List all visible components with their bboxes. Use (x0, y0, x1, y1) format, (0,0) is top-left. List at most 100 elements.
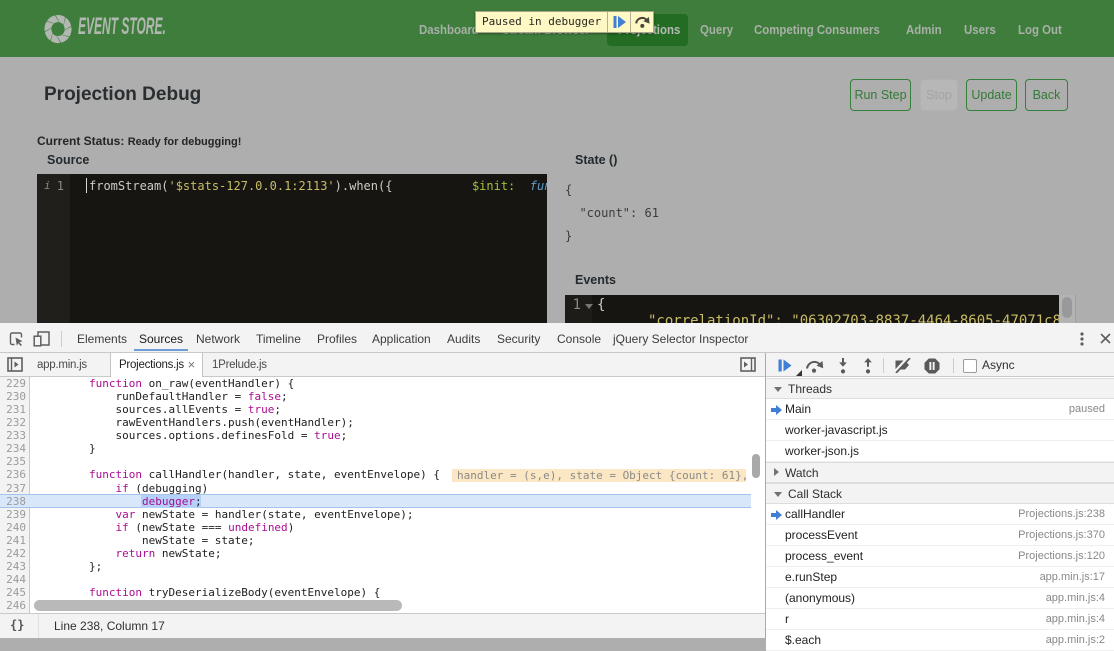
line-number[interactable]: 242 (0, 547, 26, 560)
line-number[interactable]: 229 (0, 377, 26, 390)
step-out-icon[interactable] (863, 358, 873, 374)
devtools-tab-audits[interactable]: Audits (447, 332, 480, 346)
devtools-tab-timeline[interactable]: Timeline (256, 332, 301, 346)
show-debugger-sidebar-icon[interactable] (740, 357, 756, 372)
file-tab-strip: app.min.js Projections.js × 1Prelude.js (0, 353, 765, 377)
line-number[interactable]: 238 (0, 495, 26, 508)
inspect-element-icon[interactable] (9, 332, 23, 346)
code-text: function tryDeserializeBody(eventEnvelop… (36, 586, 380, 599)
nav-item-log-out[interactable]: Log Out (1018, 22, 1062, 37)
line-number[interactable]: 236 (0, 468, 26, 481)
line-number[interactable]: 231 (0, 403, 26, 416)
call-stack-row-5[interactable]: rapp.min.js:4 (766, 609, 1114, 630)
file-tab-app-min-js[interactable]: app.min.js (37, 353, 87, 377)
stop-button[interactable]: Stop (920, 79, 958, 111)
watch-section-header[interactable]: Watch (766, 462, 1114, 483)
active-tab-underline (134, 349, 188, 352)
nav-item-admin[interactable]: Admin (906, 22, 942, 37)
back-button[interactable]: Back (1025, 79, 1068, 111)
fold-arrow-icon[interactable] (585, 304, 593, 309)
events-editor[interactable]: 1 { "correlationId": "06302703-8837-4464… (565, 295, 1059, 325)
code-line-233: 233 sources.options.definesFold = true; (0, 429, 765, 442)
step-into-icon[interactable] (838, 358, 848, 374)
close-tab-icon[interactable]: × (188, 353, 195, 377)
code-text: function callHandler(handler, state, eve… (36, 468, 440, 481)
line-number[interactable]: 246 (0, 599, 26, 612)
thread-row-worker-javascript.js[interactable]: worker-javascript.js (766, 420, 1114, 441)
file-tab-1prelude-js[interactable]: 1Prelude.js (212, 353, 267, 377)
code-token-init: $init: (472, 179, 515, 193)
run-step-button[interactable]: Run Step (850, 79, 911, 111)
line-number[interactable]: 243 (0, 560, 26, 573)
line-number[interactable]: 240 (0, 521, 26, 534)
line-number[interactable]: 244 (0, 573, 26, 586)
code-token-plain: ).when({ (335, 179, 472, 193)
pretty-print-icon[interactable]: {} (10, 618, 24, 632)
call-stack-row-6[interactable]: $.eachapp.min.js:2 (766, 630, 1114, 651)
devtools-tab-network[interactable]: Network (196, 332, 240, 346)
line-number[interactable]: 230 (0, 390, 26, 403)
overlay-step-over-button[interactable] (630, 12, 653, 32)
events-line-number: 1 (573, 297, 581, 313)
call-stack-row-3[interactable]: e.runStepapp.min.js:17 (766, 567, 1114, 588)
threads-section-header[interactable]: Threads (766, 378, 1114, 399)
line-number[interactable]: 233 (0, 429, 26, 442)
overlay-resume-button[interactable] (607, 12, 630, 32)
step-over-icon[interactable] (805, 360, 824, 373)
source-code-editor[interactable]: i 1 fromStream('$stats-127.0.0.1:2113').… (37, 174, 547, 325)
async-checkbox[interactable] (963, 359, 977, 373)
text-caret (86, 178, 87, 193)
line-number[interactable]: 235 (0, 455, 26, 468)
devtools-tab-security[interactable]: Security (497, 332, 540, 346)
code-vertical-scrollbar[interactable] (752, 454, 760, 478)
code-text: }; (36, 560, 102, 573)
item-location: app.min.js:2 (1046, 630, 1105, 651)
events-scrollbar-thumb[interactable] (1062, 297, 1072, 318)
state-json-line: "count": 61 (565, 206, 659, 220)
call-stack-row-2[interactable]: process_eventProjections.js:120 (766, 546, 1114, 567)
source-code-line: fromStream('$stats-127.0.0.1:2113').when… (89, 177, 547, 195)
line-number[interactable]: 239 (0, 508, 26, 521)
devtools-menu-icon[interactable] (1080, 332, 1084, 346)
file-tab-label: Projections.js (119, 359, 184, 371)
nav-item-query[interactable]: Query (700, 22, 733, 37)
line-number[interactable]: 237 (0, 482, 26, 495)
resume-icon (613, 16, 626, 28)
show-navigator-icon[interactable] (7, 357, 23, 372)
pause-on-exceptions-icon[interactable] (924, 358, 940, 374)
update-button[interactable]: Update (966, 79, 1017, 111)
devtools-tab-sources[interactable]: Sources (139, 332, 183, 346)
devtools-tab-jquery-selector-inspector[interactable]: jQuery Selector Inspector (613, 332, 748, 346)
call-stack-row-4[interactable]: (anonymous)app.min.js:4 (766, 588, 1114, 609)
call-stack-section-header[interactable]: Call Stack (766, 483, 1114, 504)
line-number[interactable]: 234 (0, 442, 26, 455)
nav-item-dashboard[interactable]: Dashboard (419, 22, 479, 37)
nav-item-competing-consumers[interactable]: Competing Consumers (754, 22, 880, 37)
code-text: if (debugging) (36, 482, 208, 495)
devtools-tab-application[interactable]: Application (372, 332, 431, 346)
thread-row-Main[interactable]: Mainpaused (766, 399, 1114, 420)
line-number[interactable]: 241 (0, 534, 26, 547)
code-line-231: 231 sources.allEvents = true; (0, 403, 765, 416)
code-line-230: 230 runDefaultHandler = false; (0, 390, 765, 403)
line-number[interactable]: 232 (0, 416, 26, 429)
nav-item-users[interactable]: Users (964, 22, 996, 37)
state-json-line: { (565, 183, 572, 197)
file-tab-projections-js[interactable]: Projections.js × (110, 353, 203, 378)
code-horizontal-scrollbar[interactable] (34, 600, 402, 611)
call-stack-row-1[interactable]: processEventProjections.js:370 (766, 525, 1114, 546)
call-stack-row-0[interactable]: callHandlerProjections.js:238 (766, 504, 1114, 525)
eventstore-logo-icon (44, 13, 72, 44)
devtools-close-icon[interactable] (1100, 333, 1111, 344)
deactivate-breakpoints-icon[interactable] (891, 358, 912, 373)
item-location: app.min.js:4 (1046, 609, 1105, 630)
line-number[interactable]: 245 (0, 586, 26, 599)
item-location: app.min.js:17 (1040, 567, 1105, 588)
devtools-tab-console[interactable]: Console (557, 332, 601, 346)
device-toolbar-icon[interactable] (33, 331, 50, 347)
thread-row-worker-json.js[interactable]: worker-json.js (766, 441, 1114, 462)
devtools-tab-elements[interactable]: Elements (77, 332, 127, 346)
devtools-tab-profiles[interactable]: Profiles (317, 332, 357, 346)
source-code-viewer[interactable]: 229 function on_raw(eventHandler) {230 r… (0, 377, 765, 613)
resume-script-icon[interactable] (778, 359, 792, 372)
